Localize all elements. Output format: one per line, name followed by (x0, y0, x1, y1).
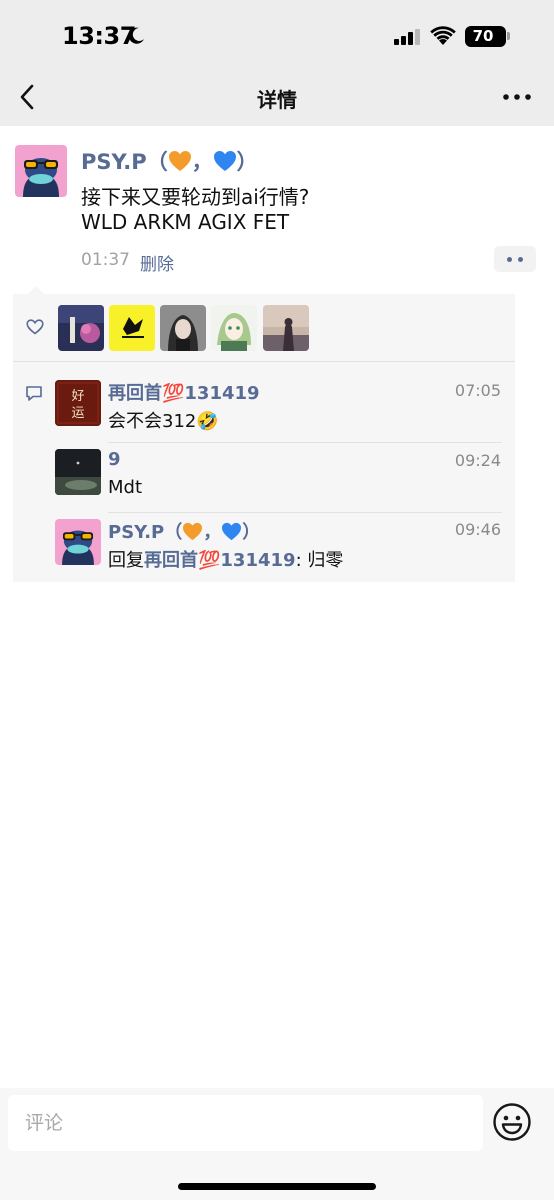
reply-text: : 归零 (295, 550, 344, 571)
post-text-line-2: WLD ARKM AGIX FET (81, 210, 290, 234)
liker-avatar-image (58, 305, 104, 351)
page-title: 详情 (257, 88, 297, 112)
liker-avatar[interactable] (160, 305, 206, 351)
emoji-icon[interactable] (492, 1102, 532, 1142)
frog-avatar-image (62, 530, 94, 565)
author-name-sep: ， (191, 150, 213, 174)
comment-divider (108, 512, 502, 513)
post-timestamp: 01:37 (81, 250, 130, 270)
liker-avatar-image (211, 305, 257, 351)
wifi-icon (430, 26, 456, 45)
commenter-avatar[interactable]: 好 运 (55, 380, 101, 426)
likes-divider (13, 361, 515, 362)
like-heart-icon (26, 319, 44, 335)
blue-heart-icon (222, 522, 242, 541)
orange-heart-icon (168, 151, 191, 171)
commenter-avatar[interactable] (55, 519, 101, 565)
comment-divider (108, 442, 502, 443)
comment-timestamp: 09:46 (454, 520, 501, 539)
comment-timestamp: 07:05 (454, 381, 501, 400)
commenter-name-text: PSY.P（ (108, 522, 183, 543)
post-author-name[interactable]: PSY.P（ ， ） (81, 146, 258, 176)
author-name-text: PSY.P（ (81, 150, 168, 174)
commenter-name[interactable]: 再回首💯131419 (108, 379, 260, 405)
liker-avatar-image (263, 305, 309, 351)
liker-avatar-image (109, 305, 155, 351)
battery-nub (507, 32, 510, 40)
battery-level: 70 (472, 27, 494, 45)
frog-avatar-image (23, 158, 59, 197)
author-avatar[interactable] (15, 145, 67, 197)
svg-text:运: 运 (71, 406, 84, 421)
reply-comment-text[interactable]: 回复再回首💯131419: 归零 (108, 546, 343, 572)
comment-input[interactable] (8, 1095, 483, 1151)
svg-text:好: 好 (71, 389, 84, 404)
night-avatar-image (55, 449, 101, 495)
liker-avatar[interactable] (58, 305, 104, 351)
delete-button[interactable]: 删除 (140, 250, 174, 275)
commenter-name-sep: ， (203, 522, 222, 543)
liker-avatar[interactable] (211, 305, 257, 351)
comment-timestamp: 09:24 (454, 451, 501, 470)
liker-avatar-image (160, 305, 206, 351)
liker-avatar[interactable] (109, 305, 155, 351)
like-comment-menu-button[interactable] (494, 246, 536, 272)
author-name-end: ） (236, 150, 258, 174)
comment-text[interactable]: Mdt (108, 477, 142, 498)
comment-bubble-icon (26, 386, 42, 401)
cellular-signal-icon (394, 29, 420, 45)
moon-icon (128, 27, 144, 44)
comment-text[interactable]: 会不会312🤣 (108, 407, 219, 433)
blue-heart-icon (213, 151, 236, 171)
more-options-icon[interactable] (502, 90, 532, 104)
reply-prefix: 回复 (108, 550, 144, 571)
battery-icon: 70 (465, 26, 506, 47)
reply-to-name[interactable]: 再回首💯131419 (144, 550, 296, 571)
commenter-name-end: ） (242, 522, 261, 543)
commenter-name[interactable]: 9 (108, 449, 121, 470)
home-indicator (178, 1183, 376, 1190)
liker-avatar[interactable] (263, 305, 309, 351)
status-time: 13:37 (62, 22, 136, 50)
menu-dot (507, 257, 512, 262)
menu-dot (518, 257, 523, 262)
commenter-avatar[interactable] (55, 449, 101, 495)
commenter-name[interactable]: PSY.P（ ， ） (108, 518, 260, 544)
lucky-avatar-image: 好 运 (55, 380, 101, 426)
orange-heart-icon (183, 522, 203, 541)
post-text-line-1: 接下来又要轮动到ai行情? (81, 185, 310, 209)
